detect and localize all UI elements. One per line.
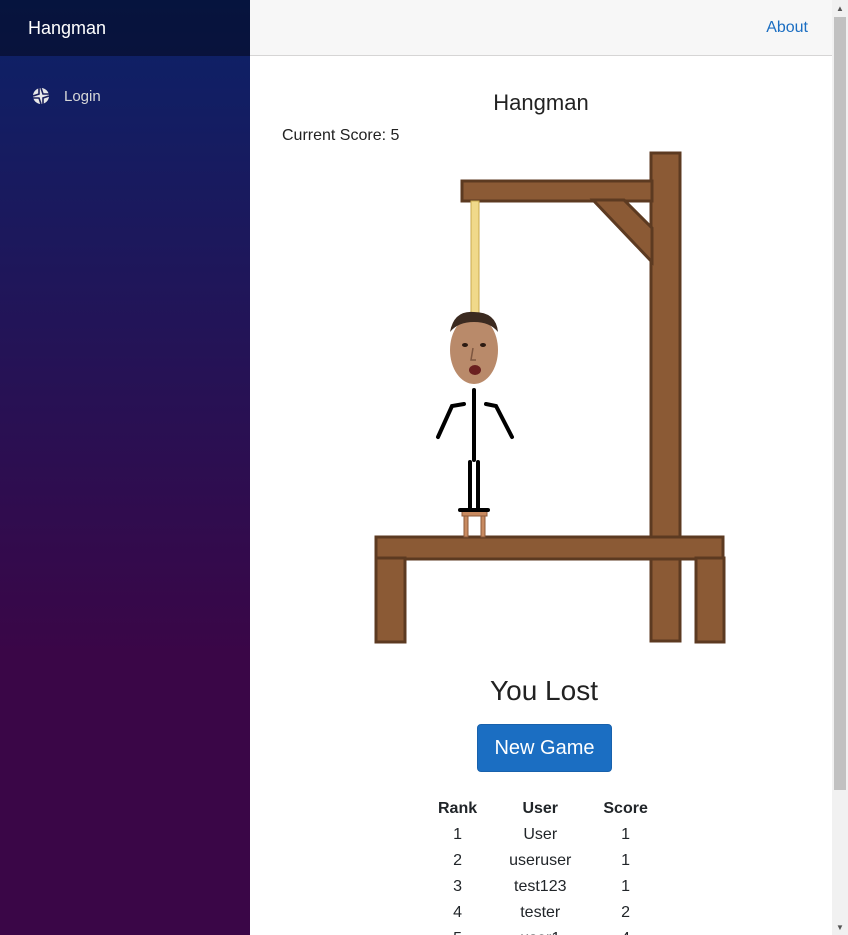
table-row: 4 tester 2 [422, 900, 664, 926]
table-row: 3 test123 1 [422, 874, 664, 900]
user-cell: test123 [514, 878, 567, 895]
gallows-post [649, 151, 682, 643]
new-game-button[interactable]: New Game [477, 724, 612, 772]
scroll-up-arrow-icon[interactable]: ▲ [832, 0, 848, 16]
rank-cell: 1 [453, 826, 463, 843]
user-cell: User [523, 826, 558, 843]
score-cell: 4 [587, 926, 663, 935]
table-row: 1 User 1 [422, 822, 664, 848]
vertical-scrollbar[interactable]: ▲ ▼ [832, 0, 848, 935]
leaderboard-table: Rank User Score 1 User 1 2 useruser 1 3 … [422, 796, 664, 935]
rope [470, 200, 480, 314]
stool [461, 510, 488, 538]
score-cell: 2 [621, 904, 631, 921]
user-cell: useruser [509, 852, 572, 869]
rank-cell: 5 [422, 926, 493, 935]
column-header-rank: Rank [438, 800, 478, 817]
table-header-row: Rank User Score [422, 796, 664, 822]
sidebar-item-label: Login [64, 87, 101, 105]
aperture-icon [32, 87, 50, 105]
brand-bar: Hangman [0, 0, 250, 56]
user-cell: tester [520, 904, 561, 921]
user-cell: user1 [493, 926, 587, 935]
scroll-down-arrow-icon[interactable]: ▼ [832, 919, 848, 935]
score-cell: 1 [621, 852, 631, 869]
hanged-man-head [450, 311, 498, 384]
gallows-top-beam [460, 179, 654, 203]
gallows-platform [374, 535, 725, 561]
rank-cell: 4 [453, 904, 463, 921]
gallows-brace [589, 198, 654, 266]
rank-cell: 2 [453, 852, 463, 869]
sidebar-item-login[interactable]: Login [0, 72, 250, 120]
stick-figure [436, 388, 514, 512]
score-cell: 1 [621, 878, 631, 895]
scrollbar-thumb[interactable] [834, 17, 846, 790]
rank-cell: 3 [453, 878, 463, 895]
table-row: 5 user1 4 [422, 926, 664, 935]
sidebar-nav: Login [0, 56, 250, 120]
sidebar: Hangman Login [0, 0, 250, 935]
column-header-user: User [522, 800, 559, 817]
gallows-leg-left [374, 556, 407, 644]
gallows-leg-right [694, 556, 726, 644]
score-cell: 1 [621, 826, 631, 843]
brand-title[interactable]: Hangman [28, 18, 106, 39]
game-result: You Lost [490, 675, 598, 706]
table-row: 2 useruser 1 [422, 848, 664, 874]
gallows-drawing [374, 151, 726, 644]
column-header-score: Score [603, 800, 648, 817]
main-content: About Hangman Current Score: 5 You Lost … [250, 0, 832, 935]
